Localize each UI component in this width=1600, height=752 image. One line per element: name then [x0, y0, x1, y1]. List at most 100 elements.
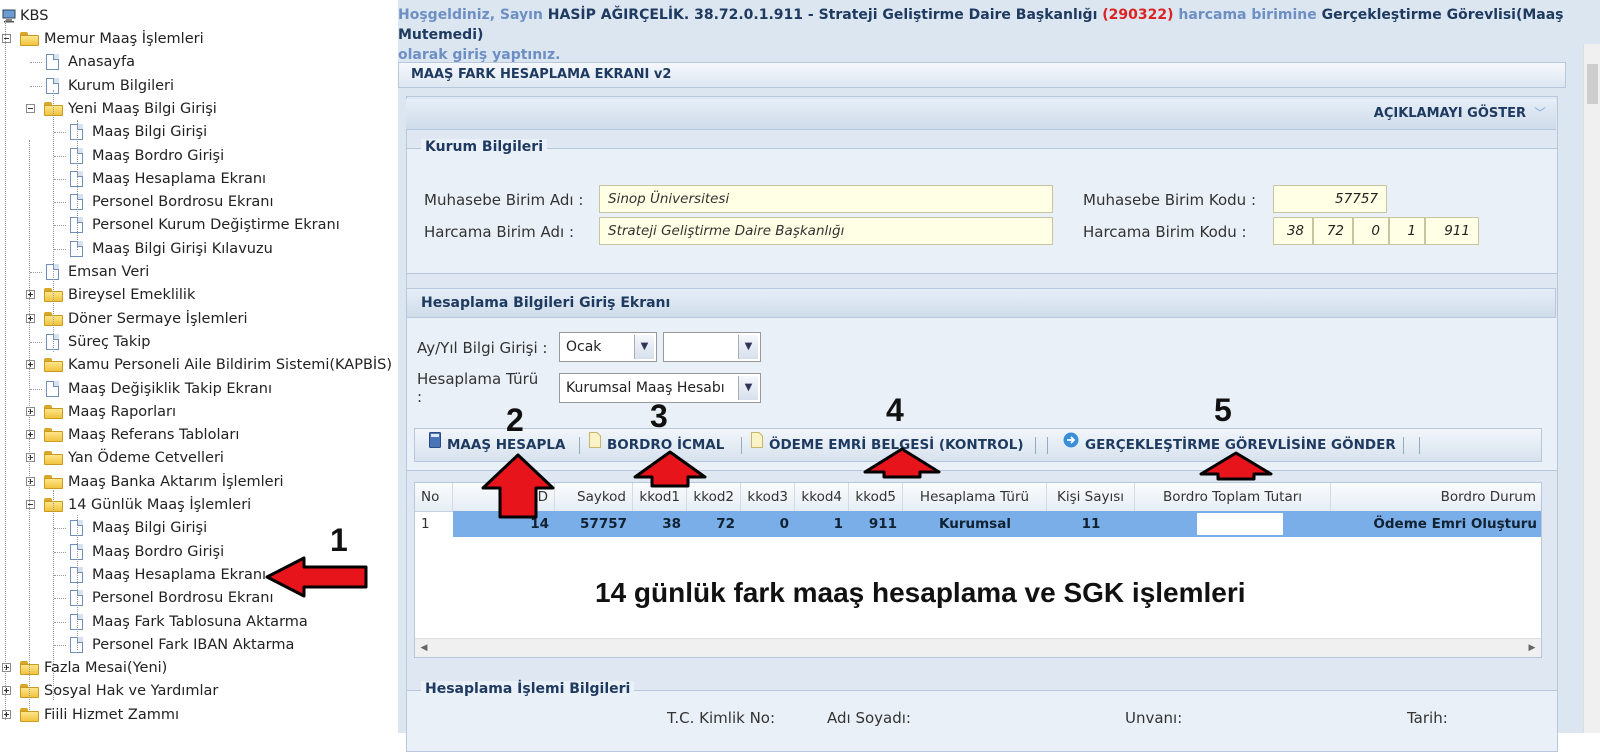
- chevron-down-icon[interactable]: ▼: [634, 335, 654, 359]
- grid-header-cell[interactable]: Saykod: [555, 483, 633, 511]
- ay-yil-label: Ay/Yıl Bilgi Girişi :: [417, 339, 548, 357]
- harcama-kodu-1[interactable]: 38: [1273, 217, 1313, 245]
- tree-item-label: Maaş Değişiklik Takip Ekranı: [68, 380, 273, 397]
- show-description-button[interactable]: AÇIKLAMAYI GÖSTER: [1374, 106, 1526, 121]
- grid-header-cell[interactable]: Bordro Durum: [1331, 483, 1541, 511]
- expand-icon[interactable]: [26, 406, 35, 416]
- hesaplama-section-title: Hesaplama Bilgileri Giriş Ekranı: [406, 288, 1556, 318]
- grid-header: No ID Saykod kkod1 kkod2 kkod3 kkod4 kkod5 Hesap…: [415, 483, 1541, 512]
- collapse-icon[interactable]: [26, 103, 35, 113]
- scroll-left-icon[interactable]: ◀: [415, 639, 433, 657]
- tree-item-label: Yeni Maaş Bilgi Girişi: [68, 100, 217, 117]
- grid-cell[interactable]: 911: [849, 511, 903, 537]
- overlay-caption: 14 günlük fark maaş hesaplama ve SGK işl…: [595, 577, 1246, 608]
- tree-item-label: Emsan Veri: [68, 264, 150, 280]
- harcama-kodu-2[interactable]: 72: [1313, 217, 1353, 245]
- ay-select-value: Ocak: [566, 339, 602, 355]
- grid-cell[interactable]: 0: [741, 511, 795, 537]
- toolbar-separator: [741, 437, 742, 454]
- grid-cell[interactable]: 1: [795, 511, 849, 537]
- tarih-label: Tarih:: [1407, 709, 1448, 727]
- collapse-icon[interactable]: [2, 34, 11, 43]
- document-icon: [46, 54, 59, 71]
- tree-item-label: Maaş Fark Tablosuna Aktarma: [92, 613, 308, 630]
- action-toolbar: MAAŞ HESAPLA BORDRO İCMAL ÖDEME EMRİ BEL…: [414, 428, 1542, 462]
- folder-icon: [44, 428, 63, 443]
- grid-header-cell[interactable]: kkod3: [741, 483, 795, 511]
- expand-icon[interactable]: [2, 663, 11, 673]
- tree-item-label: Personel Bordrosu Ekranı: [92, 194, 274, 211]
- annotation-number-4: 4: [886, 392, 904, 428]
- page-scrollbar[interactable]: [1583, 44, 1600, 733]
- scroll-right-icon[interactable]: ▶: [1523, 639, 1541, 657]
- expand-icon[interactable]: [26, 453, 35, 463]
- grid-header-cell[interactable]: kkod4: [795, 483, 849, 511]
- tree-item-label: Maaş Hesaplama Ekranı: [92, 566, 267, 583]
- grid-header-cell[interactable]: Hesaplama Türü: [903, 483, 1047, 511]
- tree-item-label: Yan Ödeme Cetvelleri: [68, 450, 224, 467]
- folder-icon: [44, 358, 63, 373]
- tree-root-label: KBS: [20, 8, 49, 24]
- kurum-legend: Kurum Bilgileri: [421, 139, 547, 155]
- ay-select[interactable]: Ocak ▼: [559, 332, 657, 362]
- expand-icon[interactable]: [26, 360, 35, 370]
- grid-horizontal-scrollbar[interactable]: ◀ ▶: [415, 638, 1541, 657]
- grid-cell[interactable]: 38: [633, 511, 687, 537]
- harcama-birim-adi-field[interactable]: Strateji Geliştirme Daire Başkanlığı: [599, 217, 1053, 245]
- adsoyad-label: Adı Soyadı:: [827, 709, 911, 727]
- tree-item-label: Personel Bordrosu Ekranı: [92, 590, 274, 607]
- harcama-birim-kodu-label: Harcama Birim Kodu :: [1083, 223, 1247, 241]
- hesaplama-turu-colon: :: [417, 388, 423, 406]
- chevron-down-icon[interactable]: ▼: [738, 376, 758, 400]
- muhasebe-birim-kodu-field[interactable]: 57757: [1273, 185, 1387, 213]
- islem-legend: Hesaplama İşlemi Bilgileri: [421, 681, 635, 697]
- unvani-label: Unvanı:: [1125, 709, 1183, 727]
- expand-icon[interactable]: [2, 709, 11, 719]
- tree-item-label: Maaş Raporları: [68, 403, 177, 420]
- toolbar-separator: [1035, 437, 1036, 454]
- muhasebe-birim-adi-label: Muhasebe Birim Adı :: [424, 191, 584, 209]
- grid-cell[interactable]: [1135, 511, 1331, 537]
- harcama-kodu-4[interactable]: 1: [1389, 217, 1425, 245]
- expand-icon[interactable]: [26, 313, 35, 323]
- kurum-fieldset: Kurum Bilgileri Muhasebe Birim Adı : Sin…: [406, 139, 1558, 274]
- collapse-icon[interactable]: [26, 500, 35, 509]
- grid-cell[interactable]: Ödeme Emri Oluşturu: [1331, 511, 1541, 537]
- tree-item-label: Maaş Banka Aktarım İşlemleri: [68, 473, 284, 490]
- tree-item-label: Maaş Referans Tabloları: [68, 427, 240, 444]
- table-row[interactable]: 1 14 57757 38 72 0 1 911 Kurumsal 11 Ödeme Emri Ol…: [415, 511, 1541, 537]
- grid-cell[interactable]: Kurumsal: [903, 511, 1047, 537]
- red-arrow-up-icon: [633, 450, 707, 488]
- grid-header-cell[interactable]: No: [415, 483, 453, 511]
- grid-cell[interactable]: 11: [1047, 511, 1135, 537]
- harcama-kodu-3[interactable]: 0: [1353, 217, 1389, 245]
- calculator-icon: [429, 428, 441, 460]
- grid-cell[interactable]: 72: [687, 511, 741, 537]
- results-grid: No ID Saykod kkod1 kkod2 kkod3 kkod4 kkod5 Hesap…: [414, 482, 1542, 658]
- grid-cell[interactable]: 1: [415, 511, 453, 537]
- tree-item-label: Maaş Bordro Girişi: [92, 147, 225, 164]
- chevron-down-icon[interactable]: ﹀: [1534, 104, 1546, 121]
- grid-cell[interactable]: 57757: [555, 511, 633, 537]
- scrollbar-thumb[interactable]: [1587, 64, 1598, 104]
- expand-icon[interactable]: [26, 290, 35, 300]
- yil-select[interactable]: ▼: [663, 332, 761, 362]
- tc-label: T.C. Kimlik No:: [667, 709, 776, 727]
- grid-header-cell[interactable]: Kişi Sayısı: [1047, 483, 1135, 511]
- annotation-number-3: 3: [650, 398, 668, 434]
- toolbar-separator: [579, 437, 580, 454]
- harcama-birim-adi-label: Harcama Birim Adı :: [424, 223, 574, 241]
- tree-item-label: Maaş Bordro Girişi: [92, 543, 225, 560]
- harcama-kodu-5[interactable]: 911: [1425, 217, 1479, 245]
- chevron-down-icon[interactable]: ▼: [738, 335, 758, 359]
- tree-item-label: Memur Maaş İşlemleri: [44, 31, 204, 47]
- grid-header-cell[interactable]: Bordro Toplam Tutarı: [1135, 483, 1331, 511]
- grid-header-cell[interactable]: kkod5: [849, 483, 903, 511]
- expand-icon[interactable]: [26, 430, 35, 440]
- toolbar-separator: [1419, 437, 1420, 454]
- expand-icon[interactable]: [2, 686, 11, 696]
- expand-icon[interactable]: [26, 476, 35, 486]
- muhasebe-birim-adi-field[interactable]: Sinop Üniversitesi: [599, 185, 1053, 213]
- document-icon: [751, 428, 763, 460]
- folder-icon: [44, 404, 63, 419]
